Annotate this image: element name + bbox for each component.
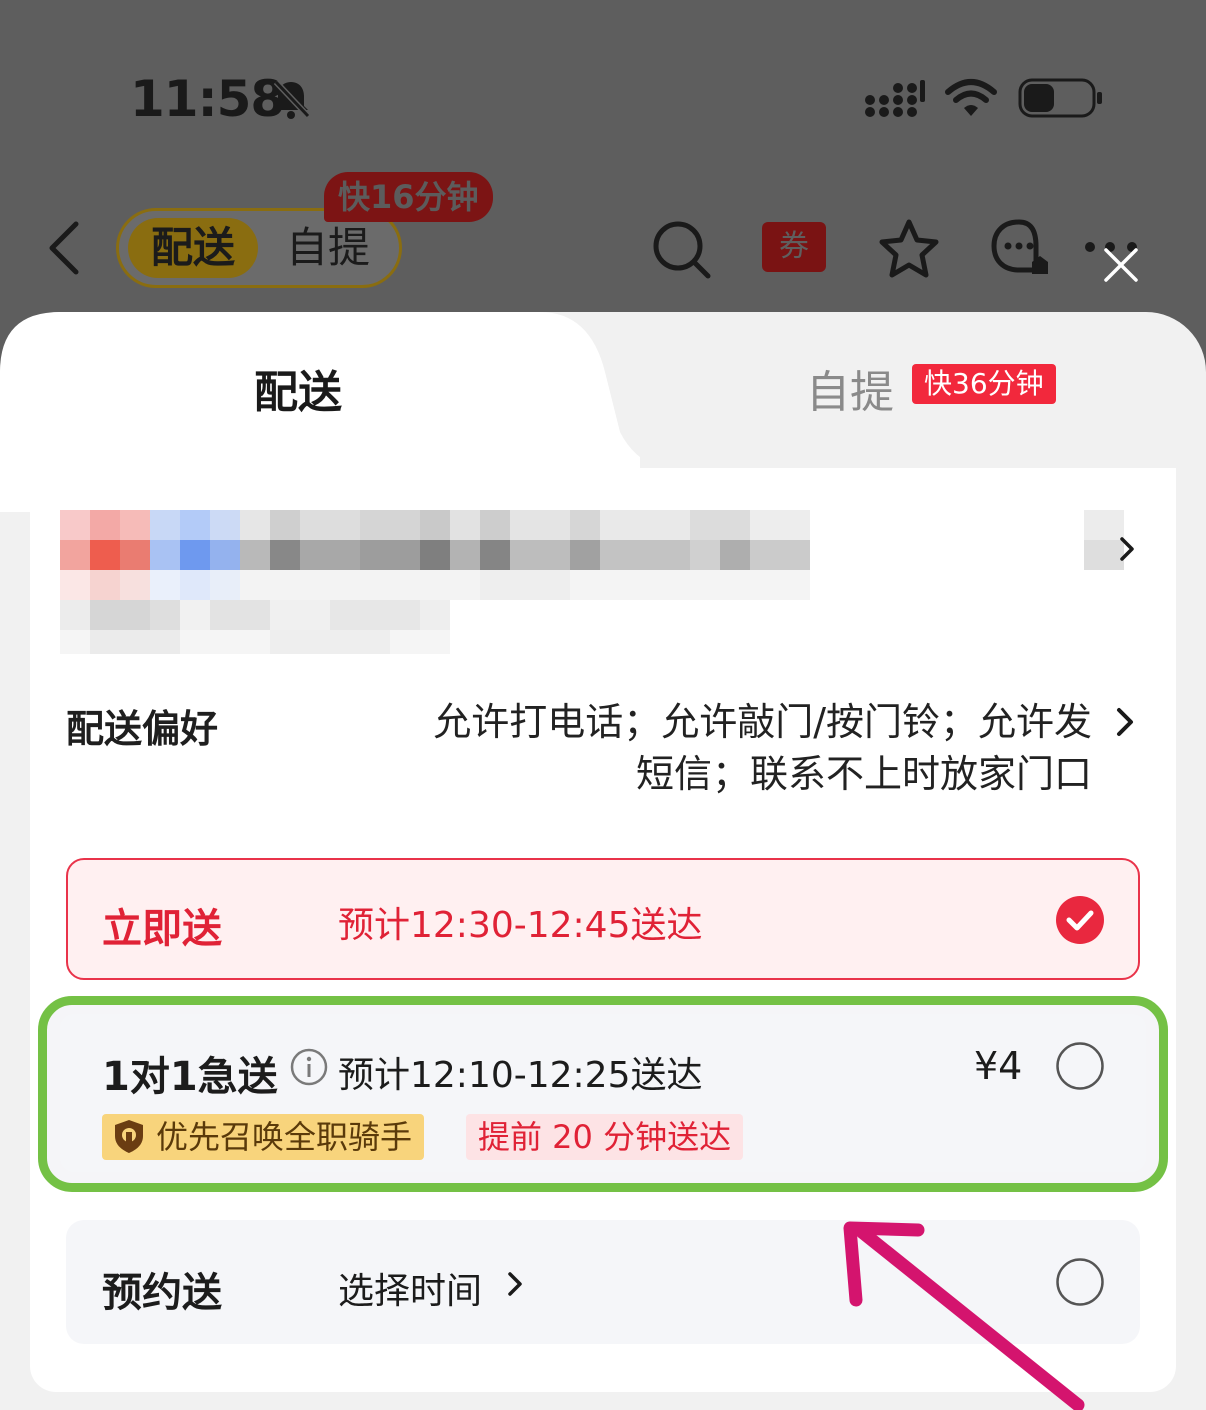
search-icon[interactable] (650, 218, 712, 280)
select-time-link[interactable]: 选择时间 (338, 1262, 482, 1314)
preference-value[interactable]: 允许打电话；允许敲门/按门铃；允许发 短信；联系不上时放家门口 (340, 696, 1092, 800)
rider-badge-icon (115, 1120, 143, 1153)
segment-pickup[interactable]: 自提 (286, 218, 370, 278)
option-scheduled-name: 预约送 (102, 1270, 222, 1316)
back-icon[interactable] (42, 220, 86, 276)
option-express-eta: 预计12:10-12:25送达 (338, 1055, 703, 1096)
option-deliver-now-name: 立即送 (102, 906, 222, 952)
signal-icon (865, 80, 925, 117)
tab-pickup[interactable]: 自提 (806, 356, 894, 420)
chevron-right-icon[interactable] (506, 1270, 524, 1298)
info-icon[interactable] (290, 1048, 328, 1086)
wifi-icon (945, 79, 997, 116)
service-chat-icon[interactable] (988, 216, 1050, 278)
coupon-icon[interactable]: 券 (762, 222, 826, 272)
early-arrival-tag: 提前 20 分钟送达 (466, 1114, 744, 1160)
close-icon[interactable] (1102, 246, 1140, 284)
option-deliver-now-eta: 预计12:30-12:45送达 (338, 905, 703, 946)
preference-label: 配送偏好 (66, 707, 219, 751)
pickup-fast-badge: 快16分钟 (324, 172, 493, 222)
chevron-right-icon[interactable] (1114, 706, 1136, 738)
checked-radio-icon[interactable] (1056, 896, 1104, 944)
unchecked-radio-icon[interactable] (1056, 1042, 1104, 1090)
annotation-arrow (843, 1221, 1085, 1410)
redacted-address[interactable] (60, 510, 820, 660)
rider-priority-tag: 优先召唤全职骑手 (102, 1114, 425, 1160)
segment-delivery[interactable]: 配送 (128, 218, 258, 278)
bell-slash-icon (273, 79, 311, 119)
preference-value-line1: 允许打电话；允许敲门/按门铃；允许发 (433, 700, 1092, 744)
star-icon[interactable] (878, 218, 940, 280)
tab-delivery[interactable]: 配送 (254, 356, 342, 420)
chevron-right-icon[interactable] (1118, 536, 1136, 562)
preference-value-line2: 短信；联系不上时放家门口 (635, 752, 1092, 796)
option-express-name: 1对1急送 (102, 1054, 278, 1100)
battery-icon (1018, 78, 1102, 118)
tab-pickup-badge: 快36分钟 (912, 364, 1056, 404)
option-express-price: ¥4 (974, 1044, 1023, 1088)
status-time: 11:58 (130, 70, 285, 128)
